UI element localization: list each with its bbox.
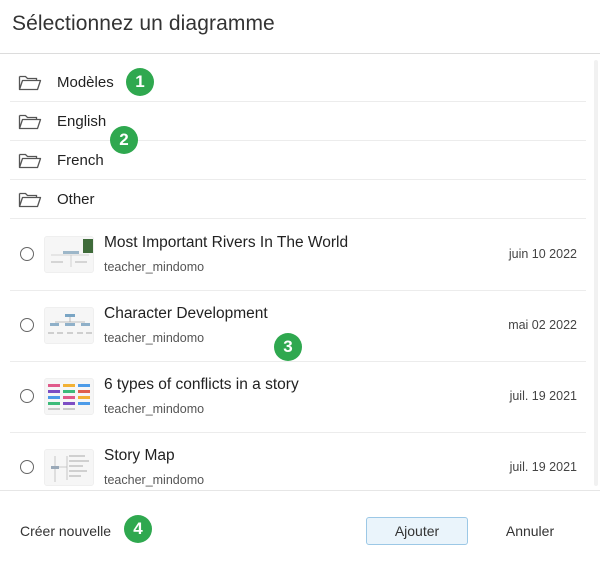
select-diagram-dialog: Sélectionnez un diagramme Modèles Englis… [0,0,600,564]
org-chart-thumbnail [44,307,94,344]
add-button[interactable]: Ajouter [366,517,468,545]
folder-row-french[interactable]: French [10,141,586,180]
folder-icon [18,152,42,170]
folder-icon [18,113,42,131]
folder-label: Modèles [57,74,114,91]
select-radio[interactable] [20,318,34,332]
select-radio[interactable] [20,460,34,474]
select-radio[interactable] [20,247,34,261]
list-scrollbar[interactable] [590,56,600,490]
diagram-title: Story Map [104,447,175,464]
diagram-title: Most Important Rivers In The World [104,234,349,251]
diagram-date: juil. 19 2021 [509,389,577,403]
folder-row-other[interactable]: Other [10,180,586,219]
diagram-item-story-map[interactable]: Story Map teacher_mindomo juil. 19 2021 [10,433,586,490]
diagram-author: teacher_mindomo [104,260,205,274]
callout-badge-3: 3 [274,333,302,361]
dialog-footer: Créer nouvelle Ajouter Annuler [0,490,600,564]
folder-icon [18,191,42,209]
diagram-item-conflicts[interactable]: 6 types of conflicts in a story teacher_… [10,362,586,433]
create-new-link[interactable]: Créer nouvelle [20,523,111,539]
diagram-author: teacher_mindomo [104,402,205,416]
story-map-thumbnail [44,449,94,486]
callout-badge-4: 4 [124,515,152,543]
folder-label: Other [57,191,95,208]
callout-badge-1: 1 [126,68,154,96]
scrollbar-track[interactable] [594,60,598,486]
folder-row-english[interactable]: English [10,102,586,141]
callout-badge-2: 2 [110,126,138,154]
diagram-item-rivers[interactable]: Most Important Rivers In The World teach… [10,220,586,291]
diagram-date: mai 02 2022 [508,318,577,332]
diagram-date: juin 10 2022 [508,247,577,261]
cancel-button[interactable]: Annuler [490,517,570,545]
folder-icon [18,74,42,92]
diagram-title: 6 types of conflicts in a story [104,376,299,393]
diagram-author: teacher_mindomo [104,473,205,487]
diagram-date: juil. 19 2021 [509,460,577,474]
mind-map-thumbnail [44,236,94,273]
diagram-title: Character Development [104,305,268,322]
folder-label: English [57,113,107,130]
folder-row-models[interactable]: Modèles [10,63,586,102]
select-radio[interactable] [20,389,34,403]
colored-blocks-thumbnail [44,378,94,415]
diagram-author: teacher_mindomo [104,331,205,345]
folder-label: French [57,152,104,169]
dialog-header: Sélectionnez un diagramme [0,0,600,54]
dialog-title: Sélectionnez un diagramme [12,12,275,35]
diagram-list[interactable]: Modèles English French Other Most Import… [0,56,600,490]
